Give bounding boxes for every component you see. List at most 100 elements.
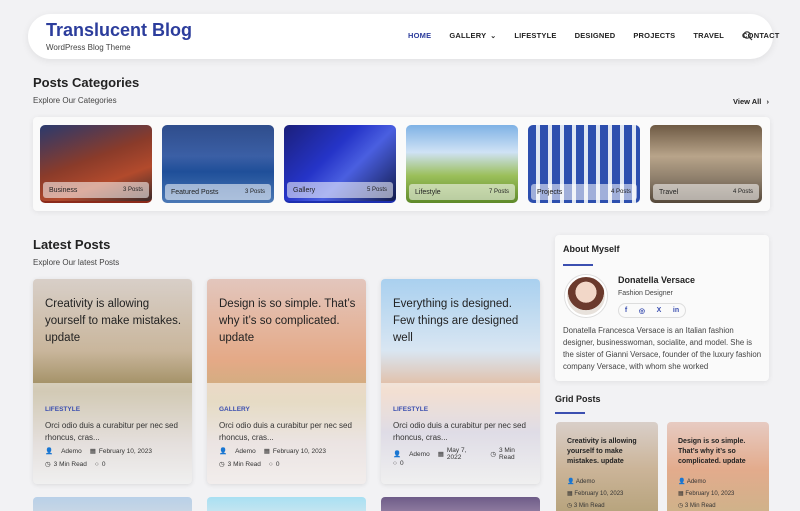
category-label: Business 3 Posts: [43, 182, 149, 198]
grid-posts-heading: Grid Posts: [555, 394, 601, 404]
post-read-time: 3 Min Read: [227, 460, 261, 468]
nav-gallery-label: GALLERY: [449, 31, 487, 40]
post-title[interactable]: Everything is designed. Few things are d…: [393, 296, 531, 347]
post-category[interactable]: LIFESTYLE: [45, 406, 80, 413]
instagram-icon[interactable]: ◎: [639, 307, 645, 315]
linkedin-icon[interactable]: in: [673, 307, 679, 314]
main-nav: HOME GALLERY ⌄ LIFESTYLE DESIGNED PROJECT…: [408, 31, 798, 40]
category-count: 4 Posts: [732, 189, 753, 195]
post-excerpt: Orci odio duis a curabitur per nec sed r…: [45, 421, 178, 442]
category-card-travel[interactable]: Travel 4 Posts: [650, 125, 762, 203]
clock-icon: ◷: [567, 503, 574, 509]
category-count: 5 Posts: [366, 187, 387, 193]
post-comments: 0: [399, 460, 404, 467]
author-role: Fashion Designer: [618, 290, 673, 297]
author-name: Donatella Versace: [618, 275, 696, 285]
view-all-link[interactable]: View All ›: [733, 97, 769, 106]
grid-post-read-text: 3 Min Read: [573, 503, 605, 509]
category-label: Lifestyle 7 Posts: [409, 184, 515, 200]
comment-icon: ○: [268, 460, 273, 468]
chevron-right-icon: ›: [766, 97, 769, 106]
categories-strip: Business 3 Posts Featured Posts 3 Posts Ga…: [33, 117, 770, 211]
post-card-partial[interactable]: [381, 497, 540, 511]
post-category[interactable]: LIFESTYLE: [393, 406, 428, 413]
category-card-projects[interactable]: Projects 4 Posts: [528, 125, 640, 203]
calendar-icon: ▦: [263, 448, 270, 455]
user-icon: 👤: [219, 448, 228, 455]
grid-post-date-text: February 10, 2023: [685, 491, 735, 497]
category-label: Gallery 5 Posts: [287, 182, 393, 198]
post-date: February 10, 2023: [272, 447, 326, 455]
categories-title: Posts Categories: [33, 75, 140, 90]
nav-home[interactable]: HOME: [408, 31, 431, 40]
latest-posts-title: Latest Posts: [33, 237, 111, 252]
post-category[interactable]: GALLERY: [219, 406, 250, 413]
post-card[interactable]: Design is so simple. That’s why it’s so …: [207, 279, 366, 484]
site-title[interactable]: Translucent Blog: [46, 20, 192, 41]
nav-designed[interactable]: DESIGNED: [575, 31, 616, 40]
heading-underline: [563, 264, 593, 266]
nav-lifestyle[interactable]: LIFESTYLE: [514, 31, 556, 40]
category-card-gallery[interactable]: Gallery 5 Posts: [284, 125, 396, 203]
category-name: Lifestyle: [415, 188, 441, 196]
calendar-icon: ▦: [89, 448, 96, 455]
post-title[interactable]: Creativity is allowing yourself to make …: [45, 296, 183, 347]
category-name: Business: [49, 186, 78, 194]
search-icon[interactable]: [742, 30, 754, 42]
post-excerpt: Orci odio duis a curabitur per nec sed r…: [393, 421, 526, 442]
post-meta-2: ○ 0: [393, 460, 412, 467]
category-name: Featured Posts: [171, 188, 219, 196]
calendar-icon: ▦: [437, 451, 444, 458]
grid-post-read: ◷ 3 Min Read: [678, 502, 716, 509]
nav-gallery[interactable]: GALLERY ⌄: [449, 31, 496, 40]
grid-post-read: ◷ 3 Min Read: [567, 502, 605, 509]
grid-post-read-text: 3 Min Read: [684, 503, 716, 509]
post-card[interactable]: Everything is designed. Few things are d…: [381, 279, 540, 484]
category-count: 3 Posts: [122, 187, 143, 193]
user-icon: 👤: [393, 451, 402, 458]
site-header: Translucent Blog WordPress Blog Theme HO…: [28, 14, 779, 59]
category-card-lifestyle[interactable]: Lifestyle 7 Posts: [406, 125, 518, 203]
post-author: Ademo: [61, 447, 82, 455]
post-date: February 10, 2023: [98, 447, 152, 455]
category-name: Travel: [659, 188, 679, 196]
post-meta-2: ◷ 3 Min Read ○ 0: [45, 460, 113, 469]
grid-post-author: 👤 Ademo: [678, 478, 706, 485]
heading-underline: [555, 412, 585, 414]
grid-post-date-text: February 10, 2023: [574, 491, 624, 497]
comment-icon: ○: [94, 460, 99, 468]
post-card[interactable]: Creativity is allowing yourself to make …: [33, 279, 192, 484]
nav-projects[interactable]: PROJECTS: [633, 31, 675, 40]
category-name: Gallery: [293, 186, 316, 194]
facebook-icon[interactable]: f: [625, 307, 627, 314]
user-icon: 👤: [678, 479, 687, 485]
post-meta-2: ◷ 3 Min Read ○ 0: [219, 460, 287, 469]
x-icon[interactable]: X: [657, 307, 662, 314]
category-count: 3 Posts: [244, 189, 265, 195]
grid-post-card[interactable]: Design is so simple. That’s why it’s so …: [667, 422, 769, 511]
category-count: 7 Posts: [488, 189, 509, 195]
post-card-partial[interactable]: [33, 497, 192, 511]
grid-post-author-name: Ademo: [686, 479, 706, 485]
about-heading: About Myself: [563, 244, 620, 254]
category-label: Featured Posts 3 Posts: [165, 184, 271, 200]
grid-post-title[interactable]: Creativity is allowing yourself to make …: [567, 437, 647, 467]
clock-icon: ◷: [45, 461, 51, 468]
user-icon: 👤: [45, 448, 54, 455]
clock-icon: ◷: [678, 503, 685, 509]
grid-post-card[interactable]: Creativity is allowing yourself to make …: [556, 422, 658, 511]
categories-subtitle: Explore Our Categories: [33, 96, 117, 105]
chevron-down-icon: ⌄: [490, 33, 497, 40]
category-card-featured-posts[interactable]: Featured Posts 3 Posts: [162, 125, 274, 203]
post-title[interactable]: Design is so simple. That’s why it’s so …: [219, 296, 357, 347]
nav-travel[interactable]: TRAVEL: [693, 31, 724, 40]
site-tagline: WordPress Blog Theme: [46, 43, 131, 52]
avatar: [565, 275, 607, 317]
post-comments: 0: [275, 460, 280, 468]
category-card-business[interactable]: Business 3 Posts: [40, 125, 152, 203]
post-card-partial[interactable]: [207, 497, 366, 511]
post-date: May 7, 2022: [446, 447, 467, 461]
social-links: f ◎ X in: [618, 303, 686, 318]
grid-post-title[interactable]: Design is so simple. That’s why it’s so …: [678, 437, 758, 467]
clock-icon: ◷: [219, 461, 225, 468]
